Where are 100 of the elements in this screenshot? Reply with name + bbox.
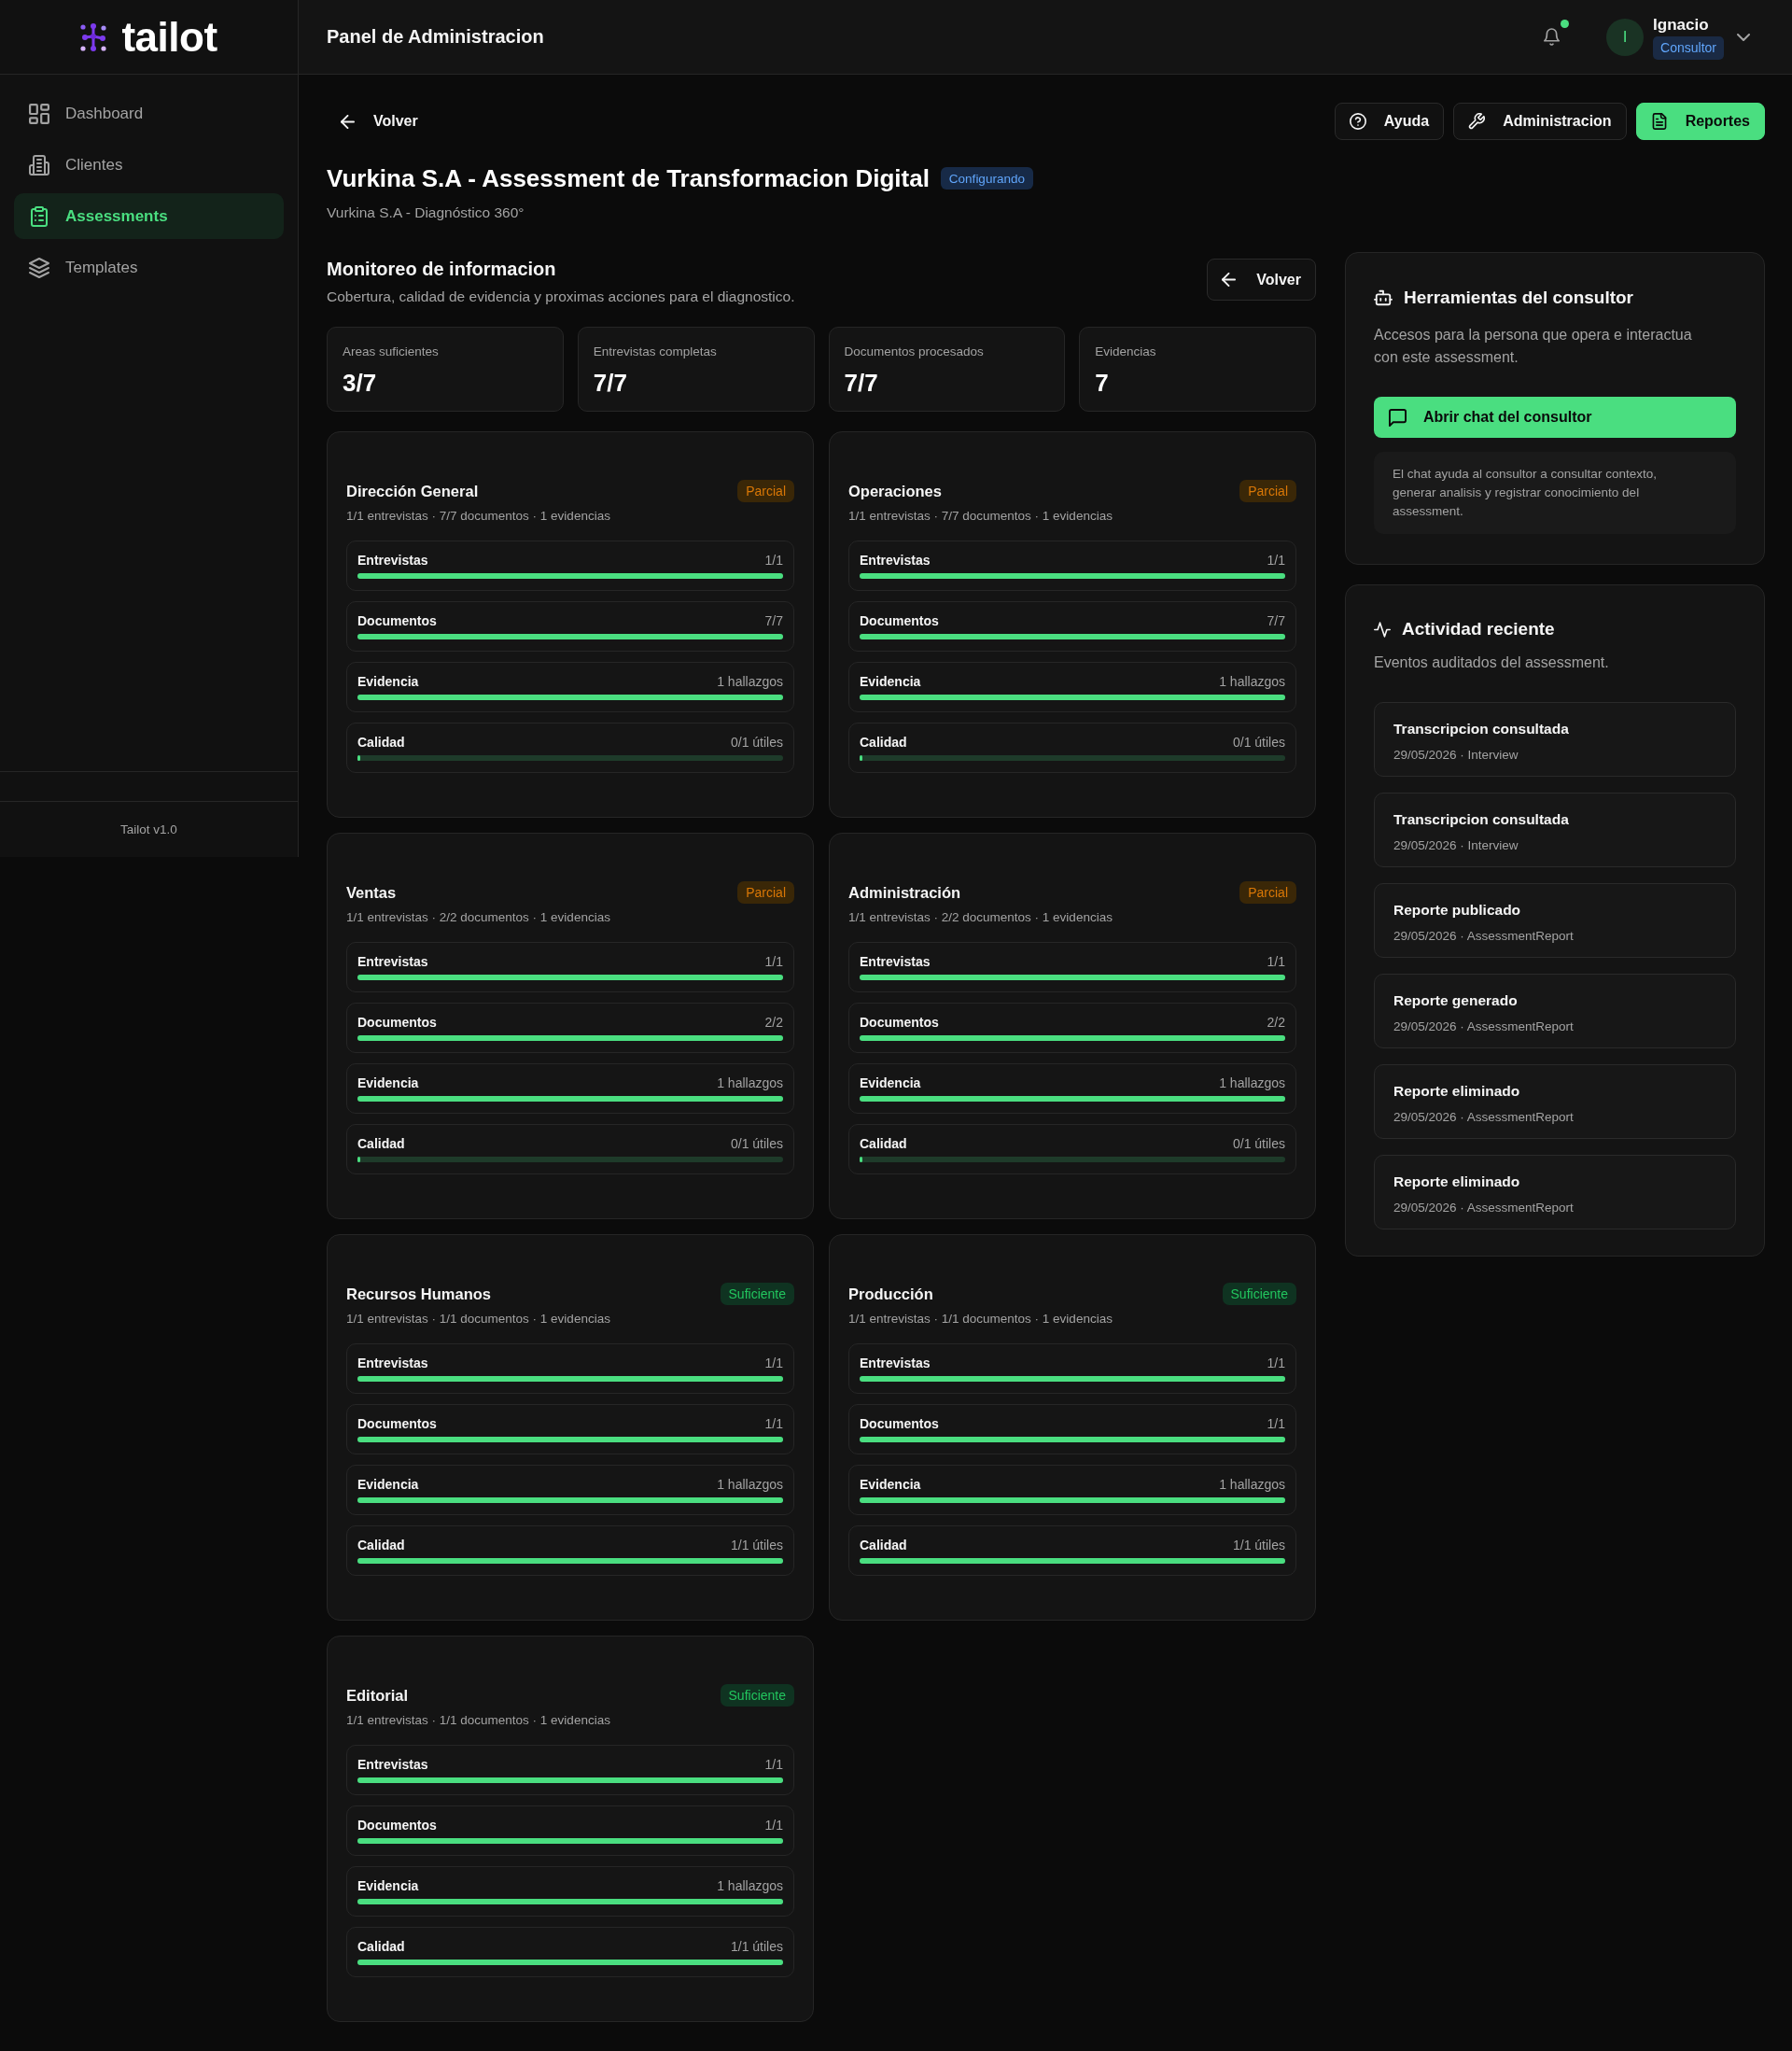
stat-label: Areas suficientes (343, 344, 439, 360)
stat-value: 7/7 (593, 368, 627, 398)
area-title: Dirección General (346, 482, 479, 500)
metric-value: 7/7 (764, 612, 783, 630)
chat-button[interactable]: Abrir chat del consultor (1374, 397, 1736, 438)
stat-label: Entrevistas completas (593, 344, 717, 360)
metric-label: Documentos (860, 1415, 939, 1433)
area-meta: 1/1 entrevistas · 1/1 documentos · 1 evidencias (346, 1311, 611, 1328)
metric-value: 1/1 (764, 1756, 783, 1774)
back-button[interactable]: Volver (327, 103, 432, 140)
layers-icon (29, 257, 49, 278)
metric-label: Entrevistas (860, 1355, 931, 1372)
metric-value: 2/2 (764, 1014, 783, 1032)
page-title: Vurkina S.A - Assessment de Transformacion Digital (327, 163, 930, 194)
event-title: Transcripcion consultada (1393, 810, 1569, 829)
area-title: Operaciones (848, 482, 942, 500)
help-icon (1349, 113, 1366, 130)
metric-value: 1 hallazgos (717, 1476, 783, 1494)
metric-value: 1/1 (1267, 1355, 1285, 1372)
area-meta: 1/1 entrevistas · 2/2 documentos · 1 evidencias (346, 909, 611, 926)
metric-value: 1 hallazgos (717, 1877, 783, 1895)
metric-value: 2/2 (1267, 1014, 1285, 1032)
metric-value: 1 hallazgos (1219, 1075, 1285, 1092)
area-title: Administración (848, 883, 961, 902)
event-meta: 29/05/2026 · AssessmentReport (1393, 1109, 1574, 1126)
metric-label: Entrevistas (860, 552, 931, 569)
building-icon (29, 154, 49, 176)
sidebar-item[interactable]: Templates (14, 245, 284, 290)
panel-description: Accesos para la persona que opera e interactua con este assessment. (1374, 326, 1693, 367)
wrench-icon (1468, 113, 1486, 130)
event-title: Reporte publicado (1393, 901, 1521, 920)
metric-label: Calidad (357, 1135, 405, 1153)
sidebar-item[interactable]: Clientes (14, 142, 284, 188)
area-meta: 1/1 entrevistas · 7/7 documentos · 1 evidencias (848, 508, 1113, 525)
status-badge: Parcial (737, 881, 794, 904)
back-button[interactable]: Volver (1207, 259, 1316, 301)
metric-value: 7/7 (1267, 612, 1285, 630)
event-title: Reporte eliminado (1393, 1082, 1520, 1101)
status-badge: Configurando (940, 167, 1033, 190)
metric-label: Documentos (357, 1014, 437, 1032)
stat-value: 7/7 (844, 368, 878, 398)
stat-value: 3/7 (343, 368, 377, 398)
version-label: Tailot v1.0 (120, 822, 177, 836)
metric-label: Evidencia (357, 1075, 419, 1092)
page-subtitle: Vurkina S.A - Diagnóstico 360° (327, 204, 525, 222)
metric-label: Documentos (860, 612, 939, 630)
event-title: Reporte eliminado (1393, 1173, 1520, 1191)
status-badge: Suficiente (720, 1283, 794, 1305)
arrow-left-icon (341, 114, 355, 129)
event-title: Transcripcion consultada (1393, 720, 1569, 738)
metric-value: 0/1 útiles (1232, 734, 1285, 752)
section-description: Cobertura, calidad de evidencia y proximas acciones para el diagnostico. (327, 288, 795, 306)
reports-button[interactable]: Reportes (1635, 103, 1765, 140)
metric-value: 1/1 (764, 552, 783, 569)
area-meta: 1/1 entrevistas · 7/7 documentos · 1 evidencias (346, 508, 611, 525)
arrow-left-icon (1222, 273, 1237, 287)
metric-label: Evidencia (357, 673, 419, 691)
metric-value: 1 hallazgos (1219, 673, 1285, 691)
metric-value: 0/1 útiles (1232, 1135, 1285, 1153)
event-meta: 29/05/2026 · AssessmentReport (1393, 928, 1574, 945)
sidebar-item[interactable]: Dashboard (14, 91, 284, 136)
administration-button[interactable]: Administracion (1453, 103, 1627, 140)
area-title: Recursos Humanos (346, 1285, 491, 1303)
area-meta: 1/1 entrevistas · 2/2 documentos · 1 evidencias (848, 909, 1113, 926)
message-icon (1389, 408, 1407, 427)
metric-label: Evidencia (860, 1476, 921, 1494)
chevron-down-icon[interactable] (1737, 33, 1750, 41)
metric-value: 1 hallazgos (1219, 1476, 1285, 1494)
metric-value: 1/1 (1267, 953, 1285, 971)
activity-icon (1374, 621, 1391, 638)
metric-value: 0/1 útiles (730, 1135, 783, 1153)
bell-icon[interactable] (1544, 28, 1561, 46)
role-badge: Consultor (1653, 35, 1724, 60)
metric-label: Entrevistas (357, 552, 428, 569)
metric-label: Evidencia (357, 1877, 419, 1895)
help-button[interactable]: Ayuda (1334, 103, 1445, 140)
metric-label: Calidad (357, 734, 405, 752)
metric-value: 1 hallazgos (717, 673, 783, 691)
metric-label: Evidencia (357, 1476, 419, 1494)
user-avatar[interactable]: I (1606, 18, 1645, 56)
metric-label: Documentos (357, 1817, 437, 1834)
metric-label: Entrevistas (357, 953, 428, 971)
status-badge: Suficiente (1222, 1283, 1296, 1305)
metric-label: Calidad (357, 1537, 405, 1554)
area-meta: 1/1 entrevistas · 1/1 documentos · 1 evidencias (848, 1311, 1113, 1328)
metric-value: 1/1 (1267, 552, 1285, 569)
metric-value: 1/1 útiles (730, 1938, 783, 1956)
stat-value: 7 (1095, 368, 1109, 398)
metric-label: Calidad (860, 1537, 907, 1554)
metric-value: 1/1 (764, 1415, 783, 1433)
panel-title: Herramientas del consultor (1404, 287, 1634, 309)
event-meta: 29/05/2026 · Interview (1393, 747, 1519, 764)
metric-label: Calidad (860, 734, 907, 752)
sidebar-item[interactable]: Assessments (14, 193, 284, 239)
panel-title: Actividad reciente (1402, 618, 1555, 640)
metric-value: 1/1 (1267, 1415, 1285, 1433)
info-note: El chat ayuda al consultor a consultar contexto, generar analisis y registrar conocimiento del assessment. (1374, 452, 1736, 534)
logo-icon (80, 22, 107, 51)
event-meta: 29/05/2026 · AssessmentReport (1393, 1018, 1574, 1035)
stat-label: Evidencias (1095, 344, 1156, 360)
